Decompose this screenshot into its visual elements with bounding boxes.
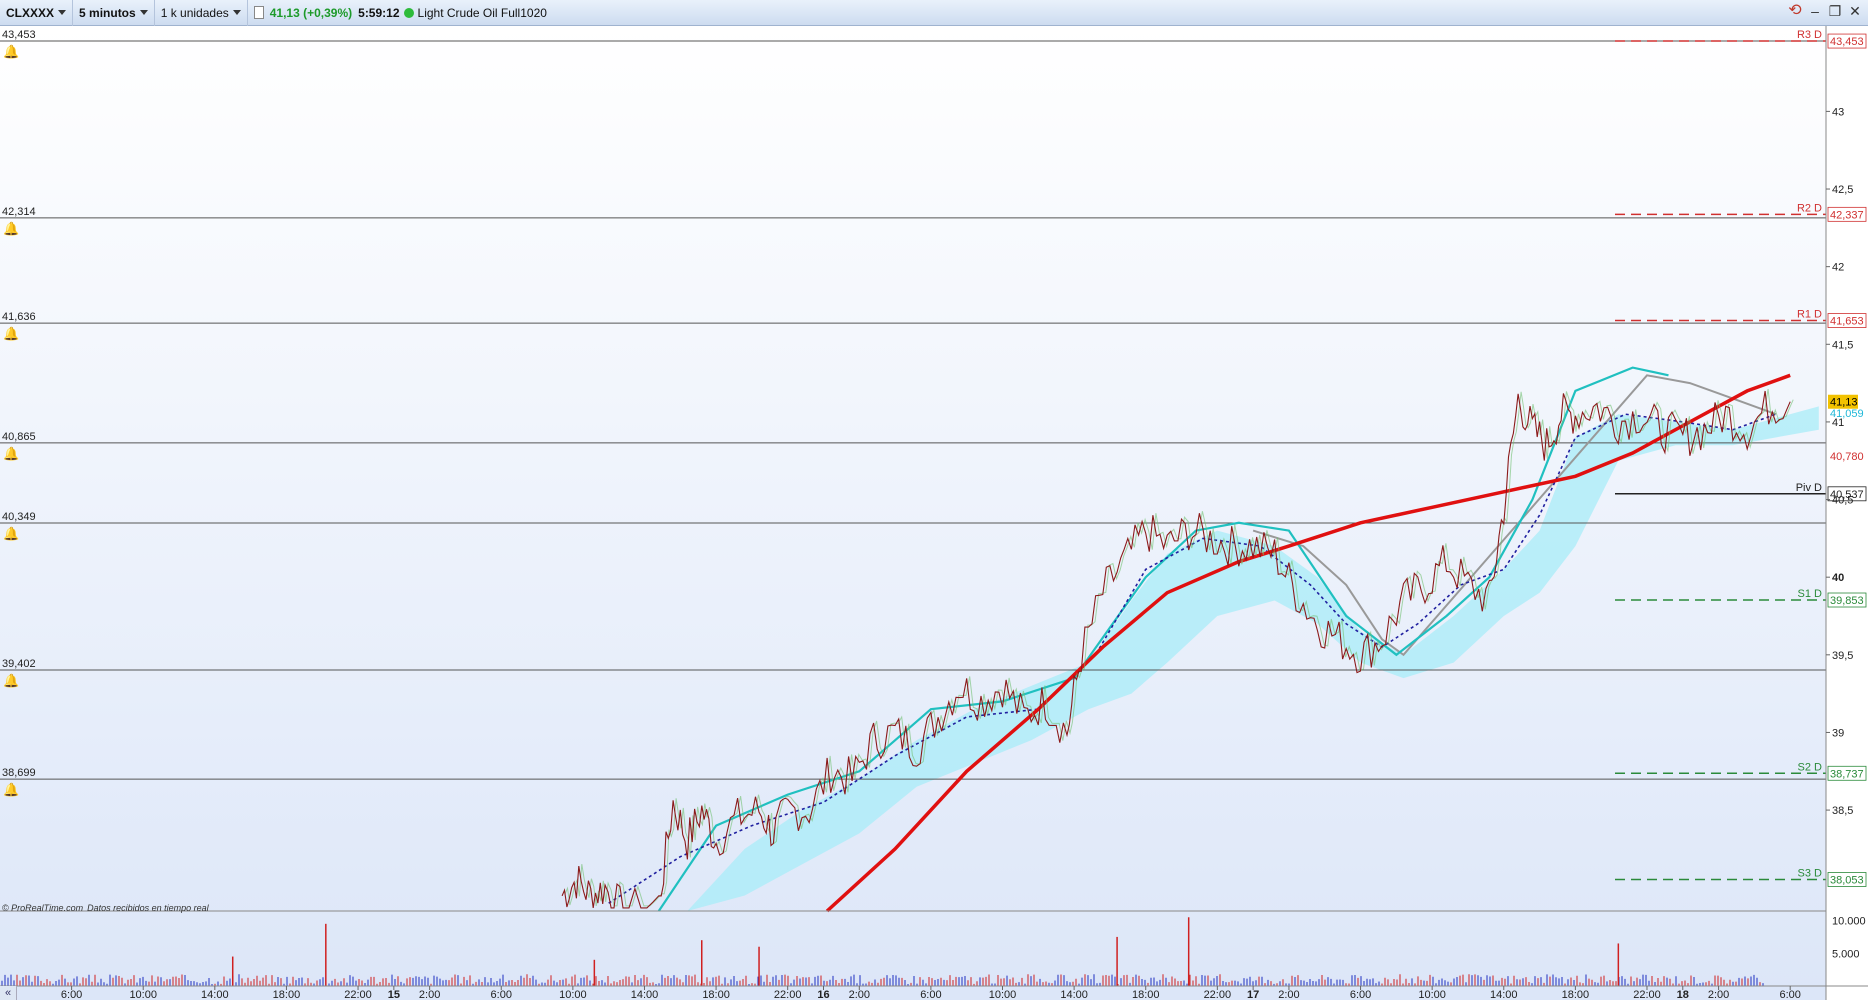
chevron-down-icon (232, 10, 241, 15)
x-tick-label: 18 (1677, 989, 1689, 1000)
pivot-name-label: S3 D (1798, 867, 1823, 879)
alert-level-label: 38,699 (2, 767, 36, 779)
alert-level-label: 40,865 (2, 431, 36, 443)
x-tick-label: 2:00 (849, 989, 870, 1000)
x-tick-label: 17 (1247, 989, 1259, 1000)
x-tick-label: 18:00 (702, 989, 730, 1000)
y-tick-label: 38,5 (1832, 805, 1853, 817)
quote-change: 41,13 (+0,39%) (269, 5, 353, 20)
instrument-name: Light Crude Oil Full1020 (417, 5, 547, 20)
pivot-value-label: 43,453 (1830, 36, 1864, 48)
pivot-name-label: R2 D (1797, 202, 1822, 214)
units-label: 1 k unidades (160, 5, 229, 20)
pivot-value-label: 38,053 (1830, 874, 1864, 886)
y-tick-label: 42,5 (1832, 184, 1853, 196)
bell-icon: 🔔 (3, 673, 19, 688)
volume-tick-label: 10.000 (1832, 916, 1866, 928)
scroll-left-icon[interactable]: « (0, 986, 17, 1000)
alert-level-label: 43,453 (2, 29, 36, 41)
volume-tick-label: 5.000 (1832, 948, 1860, 960)
pivot-value-label: 39,853 (1830, 595, 1864, 607)
x-tick-label: 14:00 (1060, 989, 1088, 1000)
footer-credit: © ProRealTime.com Datos recibidos en tiem… (2, 903, 210, 913)
timeframe-label: 5 minutos (79, 5, 136, 20)
x-tick-label: 10:00 (1418, 989, 1446, 1000)
timeframe-selector[interactable]: 5 minutos (73, 0, 155, 26)
bell-icon: 🔔 (3, 326, 19, 341)
bell-icon: 🔔 (3, 44, 19, 59)
x-tick-label: 14:00 (1490, 989, 1518, 1000)
x-tick-label: 10:00 (989, 989, 1017, 1000)
symbol-label: CLXXXX (6, 5, 55, 20)
minimize-icon[interactable]: – (1808, 4, 1822, 18)
x-tick-label: 6:00 (920, 989, 941, 1000)
y-tick-label: 41,5 (1832, 339, 1853, 351)
x-tick-label: 14:00 (631, 989, 659, 1000)
alert-level-label: 40,349 (2, 511, 36, 523)
y-tick-label: 39 (1832, 727, 1844, 739)
x-tick-label: 18:00 (1132, 989, 1160, 1000)
close-icon[interactable]: ✕ (1848, 4, 1862, 18)
quote-time: 5:59:12 (358, 5, 400, 20)
pivot-value-label: 38,737 (1830, 768, 1864, 780)
pivot-name-label: Piv D (1796, 482, 1822, 494)
bell-icon: 🔔 (3, 446, 19, 461)
axis-marker-label: 40,780 (1830, 451, 1864, 463)
x-tick-label: 2:00 (1708, 989, 1729, 1000)
chevron-down-icon (58, 10, 67, 15)
x-tick-label: 22:00 (1204, 989, 1232, 1000)
x-tick-label: 18:00 (1562, 989, 1590, 1000)
x-tick-label: 6:00 (1350, 989, 1371, 1000)
bell-icon: 🔔 (3, 526, 19, 541)
y-tick-label: 42 (1832, 262, 1844, 274)
axis-marker-label: 41,059 (1830, 408, 1864, 420)
chevron-down-icon (139, 10, 148, 15)
pivot-name-label: R3 D (1797, 29, 1822, 41)
price-chart[interactable]: 43,453 🔔 42,314 🔔 41,636 🔔 40,865 🔔 40,349 🔔 39,40… (0, 26, 1868, 1000)
x-tick-label: 10:00 (129, 989, 157, 1000)
status-dot-icon (403, 7, 414, 18)
x-tick-label: 14:00 (201, 989, 229, 1000)
x-tick-label: 6:00 (491, 989, 512, 1000)
restore-icon[interactable]: ❐ (1828, 4, 1842, 18)
x-tick-label: 2:00 (1278, 989, 1299, 1000)
pivot-value-label: 42,337 (1830, 209, 1864, 221)
x-tick-label: 6:00 (1779, 989, 1800, 1000)
pivot-name-label: S1 D (1798, 588, 1823, 600)
y-tick-label: 40 (1832, 572, 1844, 584)
current-price-label: 41,13 (1830, 397, 1858, 409)
pivot-name-label: S2 D (1798, 761, 1823, 773)
alert-level-label: 41,636 (2, 311, 36, 323)
x-tick-label: 10:00 (559, 989, 587, 1000)
x-tick-label: 15 (388, 989, 400, 1000)
x-tick-label: 2:00 (419, 989, 440, 1000)
x-tick-label: 16 (817, 989, 829, 1000)
x-tick-label: 6:00 (61, 989, 82, 1000)
pivot-name-label: R1 D (1797, 309, 1822, 321)
units-selector[interactable]: 1 k unidades (155, 0, 248, 26)
alert-level-label: 42,314 (2, 206, 36, 218)
quote-bar: 41,13 (+0,39%) 5:59:12 Light Crude Oil F… (248, 0, 553, 26)
bell-icon: 🔔 (3, 782, 19, 797)
window-controls: ⟲ – ❐ ✕ (1788, 3, 1862, 19)
y-tick-label: 40,5 (1832, 495, 1853, 507)
bell-icon: 🔔 (3, 221, 19, 236)
toolbar: CLXXXX 5 minutos 1 k unidades 41,13 (+0,… (0, 0, 1868, 26)
document-icon (253, 6, 264, 19)
pivot-value-label: 41,653 (1830, 316, 1864, 328)
y-tick-label: 39,5 (1832, 650, 1853, 662)
refresh-icon[interactable]: ⟲ (1788, 3, 1802, 19)
x-tick-label: 18:00 (273, 989, 301, 1000)
y-tick-label: 43 (1832, 106, 1844, 118)
x-tick-label: 22:00 (774, 989, 802, 1000)
alert-level-label: 39,402 (2, 658, 36, 670)
x-tick-label: 22:00 (344, 989, 372, 1000)
symbol-selector[interactable]: CLXXXX (0, 0, 74, 26)
x-tick-label: 22:00 (1633, 989, 1661, 1000)
